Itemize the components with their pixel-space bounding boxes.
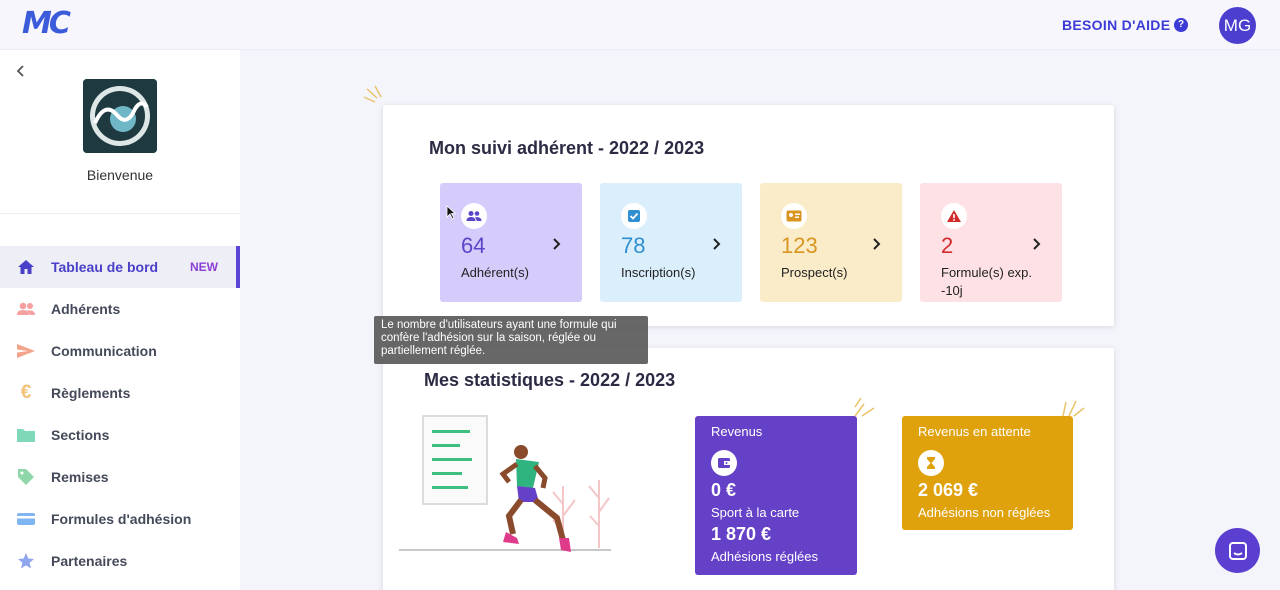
chevron-right-icon bbox=[1032, 237, 1042, 255]
help-link[interactable]: BESOIN D'AIDE bbox=[1062, 17, 1170, 33]
club-logo bbox=[83, 79, 157, 153]
tile-value: 2 bbox=[941, 233, 954, 258]
tooltip: Le nombre d'utilisateurs ayant une formu… bbox=[374, 316, 648, 364]
sidebar: Bienvenue Tableau de bord NEW Adhérents … bbox=[0, 50, 240, 590]
user-avatar[interactable]: MG bbox=[1219, 7, 1256, 44]
chat-icon bbox=[1228, 541, 1247, 560]
chevron-right-icon bbox=[712, 237, 722, 255]
sidebar-item-label: Formules d'adhésion bbox=[51, 511, 192, 527]
folder-icon bbox=[16, 425, 36, 445]
home-icon bbox=[16, 257, 36, 277]
top-bar: MC BESOIN D'AIDE ? MG bbox=[0, 0, 1280, 50]
revenue-box: Revenus 0 € Sport à la carte 1 870 € Adh… bbox=[695, 416, 857, 575]
collapse-sidebar-icon[interactable] bbox=[14, 62, 28, 83]
tile-label: Adhérent(s) bbox=[461, 265, 529, 280]
welcome-text: Bienvenue bbox=[86, 167, 154, 183]
statistics-card: Mes statistiques - 2022 / 2023 Revenus 0… bbox=[383, 348, 1114, 590]
tile-label: Prospect(s) bbox=[781, 265, 848, 280]
tile-label: Inscription(s) bbox=[621, 265, 696, 280]
app-logo[interactable]: MC bbox=[22, 6, 71, 41]
check-badge-icon bbox=[621, 203, 647, 229]
users-icon bbox=[461, 203, 487, 229]
sidebar-item-reglements[interactable]: € Règlements bbox=[0, 372, 240, 414]
pending-amount: 2 069 € bbox=[918, 480, 979, 500]
revenue-adhesions-label: Adhésions réglées bbox=[711, 549, 818, 564]
new-badge: NEW bbox=[190, 260, 218, 274]
card-icon bbox=[16, 509, 36, 529]
sidebar-item-partenaires[interactable]: Partenaires bbox=[0, 540, 240, 582]
sidebar-item-label: Tableau de bord bbox=[51, 259, 159, 275]
revenue-carte-amount: 0 € bbox=[711, 480, 737, 500]
send-icon bbox=[16, 341, 36, 361]
warning-icon bbox=[941, 203, 967, 229]
euro-icon: € bbox=[20, 382, 32, 403]
users-icon bbox=[16, 299, 36, 319]
tile-inscriptions[interactable]: 78 Inscription(s) bbox=[600, 183, 742, 302]
sidebar-item-label: Communication bbox=[51, 343, 157, 359]
sidebar-item-label: Adhérents bbox=[51, 301, 121, 317]
statistics-title: Mes statistiques - 2022 / 2023 bbox=[424, 370, 676, 390]
chevron-right-icon bbox=[872, 237, 882, 255]
sidebar-item-tableau-de-bord[interactable]: Tableau de bord NEW bbox=[0, 246, 240, 288]
member-tracking-card: Mon suivi adhérent - 2022 / 2023 64 Adhé… bbox=[383, 105, 1114, 326]
pending-revenue-box: Revenus en attente 2 069 € Adhésions non… bbox=[902, 416, 1073, 530]
tile-formules-expiring[interactable]: 2 Formule(s) exp. -10j bbox=[920, 183, 1062, 302]
member-tracking-title: Mon suivi adhérent - 2022 / 2023 bbox=[429, 138, 705, 158]
mouse-cursor-icon bbox=[446, 205, 456, 220]
sidebar-item-label: Partenaires bbox=[51, 553, 128, 569]
sidebar-item-label: Remises bbox=[51, 469, 109, 485]
revenue-adhesions-amount: 1 870 € bbox=[711, 524, 772, 544]
runner-illustration bbox=[399, 415, 611, 552]
sparkle-decoration bbox=[1062, 400, 1085, 417]
revenue-title: Revenus bbox=[711, 424, 763, 439]
pending-revenue-title: Revenus en attente bbox=[918, 424, 1031, 439]
tile-prospects[interactable]: 123 Prospect(s) bbox=[760, 183, 902, 302]
chevron-right-icon bbox=[552, 237, 562, 255]
sidebar-nav: Tableau de bord NEW Adhérents Communicat… bbox=[0, 246, 240, 582]
tile-label: Formule(s) exp. -10j bbox=[941, 265, 1033, 298]
sidebar-divider bbox=[0, 213, 240, 214]
pending-label: Adhésions non réglées bbox=[918, 505, 1051, 520]
sparkle-decoration bbox=[854, 397, 875, 417]
sidebar-item-label: Règlements bbox=[51, 385, 131, 401]
chat-button[interactable] bbox=[1215, 528, 1260, 573]
revenue-carte-label: Sport à la carte bbox=[711, 505, 800, 520]
sidebar-item-communication[interactable]: Communication bbox=[0, 330, 240, 372]
sidebar-item-label: Sections bbox=[51, 427, 110, 443]
sidebar-item-remises[interactable]: Remises bbox=[0, 456, 240, 498]
wallet-icon bbox=[711, 450, 737, 476]
tile-value: 78 bbox=[621, 233, 646, 258]
tile-value: 64 bbox=[461, 233, 486, 258]
star-icon bbox=[16, 551, 36, 571]
tile-adherents[interactable]: 64 Adhérent(s) bbox=[440, 183, 582, 302]
hourglass-icon bbox=[918, 450, 944, 476]
sidebar-item-formules[interactable]: Formules d'adhésion bbox=[0, 498, 240, 540]
sidebar-item-sections[interactable]: Sections bbox=[0, 414, 240, 456]
help-icon[interactable]: ? bbox=[1174, 18, 1188, 32]
tag-icon bbox=[16, 467, 36, 487]
tile-value: 123 bbox=[781, 233, 818, 258]
id-card-icon bbox=[781, 203, 807, 229]
sidebar-item-adherents[interactable]: Adhérents bbox=[0, 288, 240, 330]
